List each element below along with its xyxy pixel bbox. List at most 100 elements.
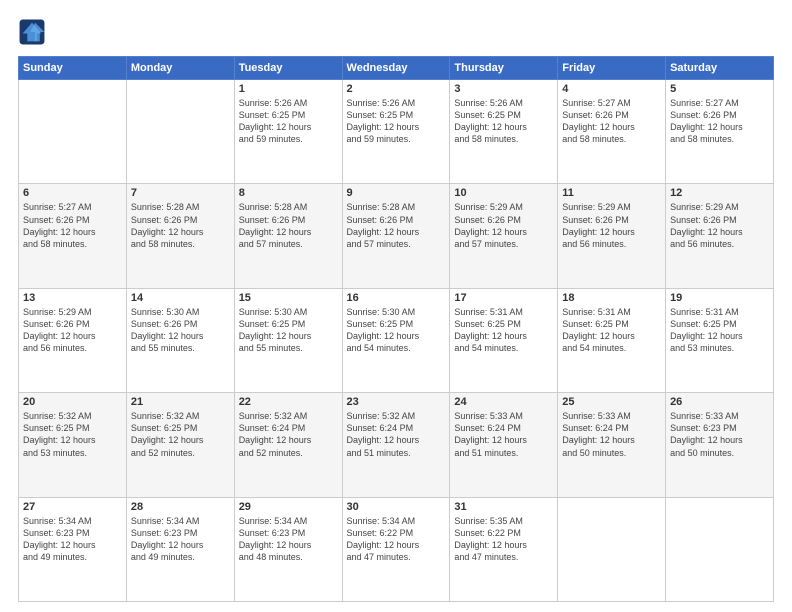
calendar-week-row: 6 Sunrise: 5:27 AM Sunset: 6:26 PM Daylig…: [19, 184, 774, 288]
calendar-cell: 11 Sunrise: 5:29 AM Sunset: 6:26 PM Dayli…: [558, 184, 666, 288]
day-number: 22: [239, 396, 338, 408]
day-detail: Sunrise: 5:28 AM Sunset: 6:26 PM Dayligh…: [239, 201, 338, 250]
day-detail: Sunrise: 5:34 AM Sunset: 6:23 PM Dayligh…: [239, 515, 338, 564]
calendar-cell: [126, 80, 234, 184]
calendar-cell: 27 Sunrise: 5:34 AM Sunset: 6:23 PM Dayli…: [19, 497, 127, 601]
day-detail: Sunrise: 5:32 AM Sunset: 6:24 PM Dayligh…: [239, 410, 338, 459]
day-number: 29: [239, 501, 338, 513]
day-header: Saturday: [666, 57, 774, 80]
calendar-cell: 3 Sunrise: 5:26 AM Sunset: 6:25 PM Daylig…: [450, 80, 558, 184]
calendar-week-row: 13 Sunrise: 5:29 AM Sunset: 6:26 PM Dayli…: [19, 288, 774, 392]
calendar-cell: 1Sunrise: 5:26 AM Sunset: 6:25 PM Daylig…: [234, 80, 342, 184]
calendar-cell: 20 Sunrise: 5:32 AM Sunset: 6:25 PM Dayli…: [19, 393, 127, 497]
calendar-cell: 4 Sunrise: 5:27 AM Sunset: 6:26 PM Daylig…: [558, 80, 666, 184]
calendar-header-row: SundayMondayTuesdayWednesdayThursdayFrid…: [19, 57, 774, 80]
day-number: 16: [347, 292, 446, 304]
day-detail: Sunrise: 5:34 AM Sunset: 6:23 PM Dayligh…: [23, 515, 122, 564]
day-number: 28: [131, 501, 230, 513]
calendar-cell: 12 Sunrise: 5:29 AM Sunset: 6:26 PM Dayli…: [666, 184, 774, 288]
day-detail: Sunrise: 5:33 AM Sunset: 6:24 PM Dayligh…: [562, 410, 661, 459]
day-number: 31: [454, 501, 553, 513]
day-detail: Sunrise: 5:30 AM Sunset: 6:25 PM Dayligh…: [239, 306, 338, 355]
day-detail: Sunrise: 5:33 AM Sunset: 6:24 PM Dayligh…: [454, 410, 553, 459]
day-detail: Sunrise: 5:33 AM Sunset: 6:23 PM Dayligh…: [670, 410, 769, 459]
header: [18, 18, 774, 46]
day-number: 17: [454, 292, 553, 304]
day-number: 1: [239, 83, 338, 95]
calendar-cell: 26 Sunrise: 5:33 AM Sunset: 6:23 PM Dayli…: [666, 393, 774, 497]
calendar-cell: 6 Sunrise: 5:27 AM Sunset: 6:26 PM Daylig…: [19, 184, 127, 288]
calendar-cell: 28 Sunrise: 5:34 AM Sunset: 6:23 PM Dayli…: [126, 497, 234, 601]
day-header: Thursday: [450, 57, 558, 80]
day-detail: Sunrise: 5:29 AM Sunset: 6:26 PM Dayligh…: [23, 306, 122, 355]
day-number: 23: [347, 396, 446, 408]
day-detail: Sunrise: 5:29 AM Sunset: 6:26 PM Dayligh…: [454, 201, 553, 250]
day-number: 30: [347, 501, 446, 513]
day-number: 21: [131, 396, 230, 408]
calendar-table: SundayMondayTuesdayWednesdayThursdayFrid…: [18, 56, 774, 602]
day-detail: Sunrise: 5:27 AM Sunset: 6:26 PM Dayligh…: [23, 201, 122, 250]
day-number: 2: [347, 83, 446, 95]
calendar-week-row: 27 Sunrise: 5:34 AM Sunset: 6:23 PM Dayli…: [19, 497, 774, 601]
calendar-cell: [558, 497, 666, 601]
day-detail: Sunrise: 5:34 AM Sunset: 6:23 PM Dayligh…: [131, 515, 230, 564]
calendar-cell: 18 Sunrise: 5:31 AM Sunset: 6:25 PM Dayli…: [558, 288, 666, 392]
calendar-cell: 5 Sunrise: 5:27 AM Sunset: 6:26 PM Daylig…: [666, 80, 774, 184]
calendar-cell: 29 Sunrise: 5:34 AM Sunset: 6:23 PM Dayli…: [234, 497, 342, 601]
calendar-cell: [666, 497, 774, 601]
day-detail: Sunrise: 5:32 AM Sunset: 6:25 PM Dayligh…: [131, 410, 230, 459]
calendar-cell: 23 Sunrise: 5:32 AM Sunset: 6:24 PM Dayli…: [342, 393, 450, 497]
calendar-week-row: 1 Sunrise: 5:26 AM Sunset: 6:25 PM Daylig…: [19, 80, 774, 184]
day-detail: Sunrise: 5:29 AM Sunset: 6:26 PM Dayligh…: [562, 201, 661, 250]
day-number: 7: [131, 187, 230, 199]
day-detail: Sunrise: 5:29 AM Sunset: 6:26 PM Dayligh…: [670, 201, 769, 250]
day-number: 19: [670, 292, 769, 304]
day-detail: Sunrise: 5:27 AM Sunset: 6:26 PM Dayligh…: [562, 97, 661, 146]
calendar-week-row: 20 Sunrise: 5:32 AM Sunset: 6:25 PM Dayli…: [19, 393, 774, 497]
day-number: 18: [562, 292, 661, 304]
day-detail: Sunrise: 5:31 AM Sunset: 6:25 PM Dayligh…: [562, 306, 661, 355]
calendar-cell: 8Sunrise: 5:28 AM Sunset: 6:26 PM Daylig…: [234, 184, 342, 288]
day-detail: Sunrise: 5:34 AM Sunset: 6:22 PM Dayligh…: [347, 515, 446, 564]
day-detail: Sunrise: 5:27 AM Sunset: 6:26 PM Dayligh…: [670, 97, 769, 146]
calendar-cell: 30 Sunrise: 5:34 AM Sunset: 6:22 PM Dayli…: [342, 497, 450, 601]
calendar-cell: 9 Sunrise: 5:28 AM Sunset: 6:26 PM Daylig…: [342, 184, 450, 288]
calendar-cell: 14Sunrise: 5:30 AM Sunset: 6:26 PM Dayli…: [126, 288, 234, 392]
calendar-cell: 13 Sunrise: 5:29 AM Sunset: 6:26 PM Dayli…: [19, 288, 127, 392]
day-detail: Sunrise: 5:30 AM Sunset: 6:26 PM Dayligh…: [131, 306, 230, 355]
day-detail: Sunrise: 5:31 AM Sunset: 6:25 PM Dayligh…: [670, 306, 769, 355]
day-number: 13: [23, 292, 122, 304]
day-number: 4: [562, 83, 661, 95]
calendar-cell: 22 Sunrise: 5:32 AM Sunset: 6:24 PM Dayli…: [234, 393, 342, 497]
day-number: 9: [347, 187, 446, 199]
day-number: 11: [562, 187, 661, 199]
day-detail: Sunrise: 5:28 AM Sunset: 6:26 PM Dayligh…: [347, 201, 446, 250]
calendar-cell: 25Sunrise: 5:33 AM Sunset: 6:24 PM Dayli…: [558, 393, 666, 497]
calendar-cell: 21 Sunrise: 5:32 AM Sunset: 6:25 PM Dayli…: [126, 393, 234, 497]
logo: [18, 18, 50, 46]
calendar-cell: 31 Sunrise: 5:35 AM Sunset: 6:22 PM Dayli…: [450, 497, 558, 601]
day-detail: Sunrise: 5:32 AM Sunset: 6:24 PM Dayligh…: [347, 410, 446, 459]
calendar-cell: 16Sunrise: 5:30 AM Sunset: 6:25 PM Dayli…: [342, 288, 450, 392]
day-number: 26: [670, 396, 769, 408]
calendar-cell: [19, 80, 127, 184]
day-number: 20: [23, 396, 122, 408]
day-number: 27: [23, 501, 122, 513]
day-detail: Sunrise: 5:35 AM Sunset: 6:22 PM Dayligh…: [454, 515, 553, 564]
page: SundayMondayTuesdayWednesdayThursdayFrid…: [0, 0, 792, 612]
day-number: 10: [454, 187, 553, 199]
day-detail: Sunrise: 5:26 AM Sunset: 6:25 PM Dayligh…: [454, 97, 553, 146]
day-detail: Sunrise: 5:32 AM Sunset: 6:25 PM Dayligh…: [23, 410, 122, 459]
day-number: 12: [670, 187, 769, 199]
calendar-cell: 15Sunrise: 5:30 AM Sunset: 6:25 PM Dayli…: [234, 288, 342, 392]
calendar-cell: 24Sunrise: 5:33 AM Sunset: 6:24 PM Dayli…: [450, 393, 558, 497]
calendar-cell: 19 Sunrise: 5:31 AM Sunset: 6:25 PM Dayli…: [666, 288, 774, 392]
day-number: 6: [23, 187, 122, 199]
day-header: Monday: [126, 57, 234, 80]
day-detail: Sunrise: 5:26 AM Sunset: 6:25 PM Dayligh…: [347, 97, 446, 146]
logo-icon: [18, 18, 46, 46]
day-header: Sunday: [19, 57, 127, 80]
day-header: Friday: [558, 57, 666, 80]
day-number: 3: [454, 83, 553, 95]
day-number: 5: [670, 83, 769, 95]
